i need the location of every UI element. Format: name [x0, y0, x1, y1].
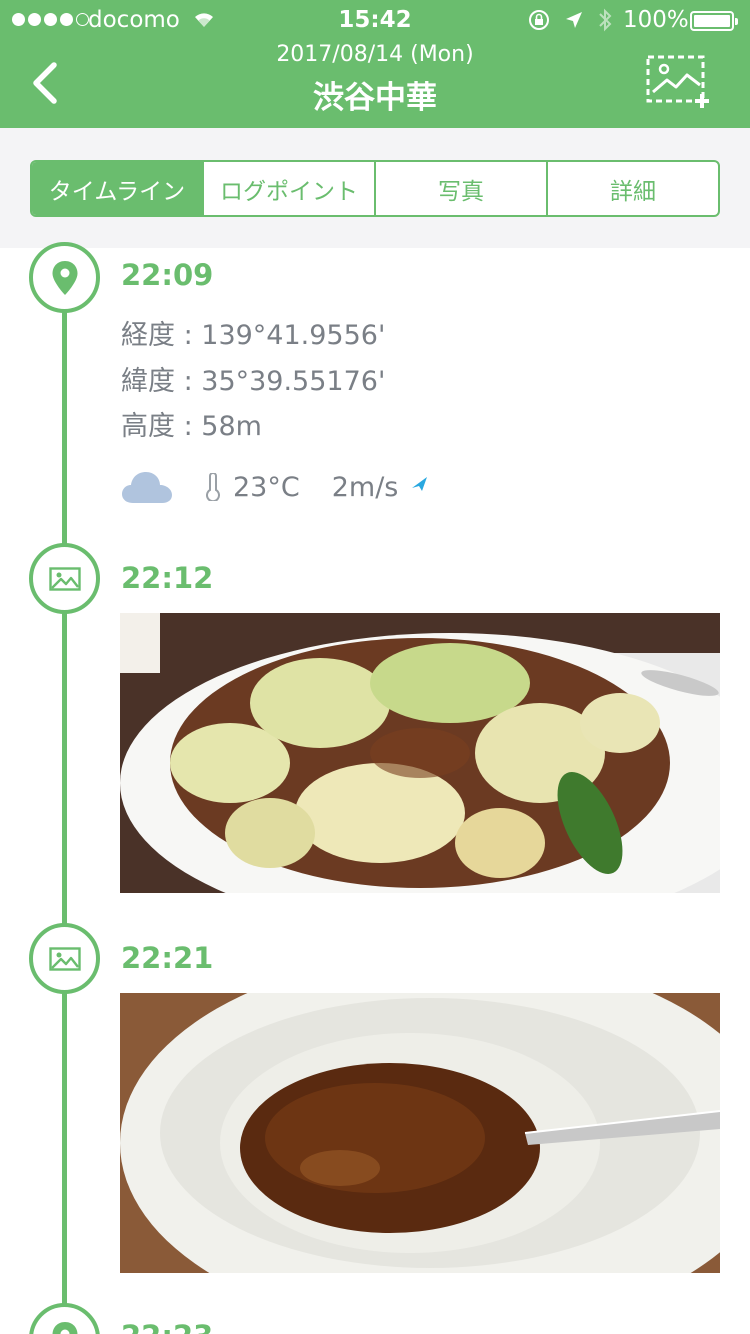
- page-title: 渋谷中華: [313, 80, 437, 116]
- photo-stir-fried-cabbage[interactable]: [120, 613, 720, 893]
- nav-date: 2017/08/14 (Mon): [276, 42, 474, 67]
- tab-details[interactable]: 詳細: [546, 162, 718, 215]
- map-pin-icon: [52, 1321, 77, 1334]
- tab-timeline[interactable]: タイムライン: [32, 162, 202, 215]
- photo-image: [120, 993, 720, 1273]
- timeline-node-photo: [29, 923, 100, 994]
- timeline-node-photo: [29, 543, 100, 614]
- thermometer-icon: [206, 473, 220, 501]
- timeline-time: 22:21: [121, 941, 214, 975]
- timeline-time: 22:12: [121, 561, 214, 595]
- latitude-text: 緯度 : 35°39.55176': [121, 366, 386, 397]
- add-photo-icon: [646, 55, 709, 108]
- timeline-time: 22:23: [121, 1319, 213, 1334]
- image-icon: [48, 566, 81, 591]
- navigation-header: docomo 15:42 100% 2017/08/14 (Mon) 渋谷中華: [0, 0, 750, 128]
- tab-photos[interactable]: 写真: [374, 162, 546, 215]
- cloud-icon: [122, 472, 172, 503]
- tab-log-points[interactable]: ログポイント: [202, 162, 374, 215]
- photo-soup[interactable]: [120, 993, 720, 1273]
- battery-percentage: 100%: [623, 7, 689, 33]
- add-photo-button[interactable]: [645, 54, 709, 110]
- rotation-lock-icon: [529, 10, 549, 30]
- photo-image: [120, 613, 720, 893]
- timeline-line: [62, 248, 67, 1334]
- segmented-control: タイムライン ログポイント 写真 詳細: [30, 160, 720, 217]
- longitude-text: 経度 : 139°41.9556': [121, 320, 386, 351]
- temperature-value: 23°C: [233, 471, 300, 503]
- weather-row: 23°C 2m/s: [121, 466, 428, 508]
- timeline-node-location: [29, 1303, 100, 1334]
- timeline-time: 22:09: [121, 258, 214, 292]
- bluetooth-icon: [599, 8, 612, 32]
- battery-icon: [690, 11, 738, 31]
- wind-speed-value: 2m/s: [331, 471, 399, 503]
- image-icon: [48, 946, 81, 971]
- location-arrow-icon: [566, 12, 582, 28]
- timeline-node-location: [29, 242, 100, 313]
- wind-direction-icon: [412, 477, 428, 491]
- map-pin-icon: [52, 260, 77, 295]
- segment-area: タイムライン ログポイント 写真 詳細: [0, 128, 750, 248]
- status-bar: docomo 15:42 100%: [0, 0, 750, 40]
- altitude-text: 高度 : 58m: [121, 411, 262, 442]
